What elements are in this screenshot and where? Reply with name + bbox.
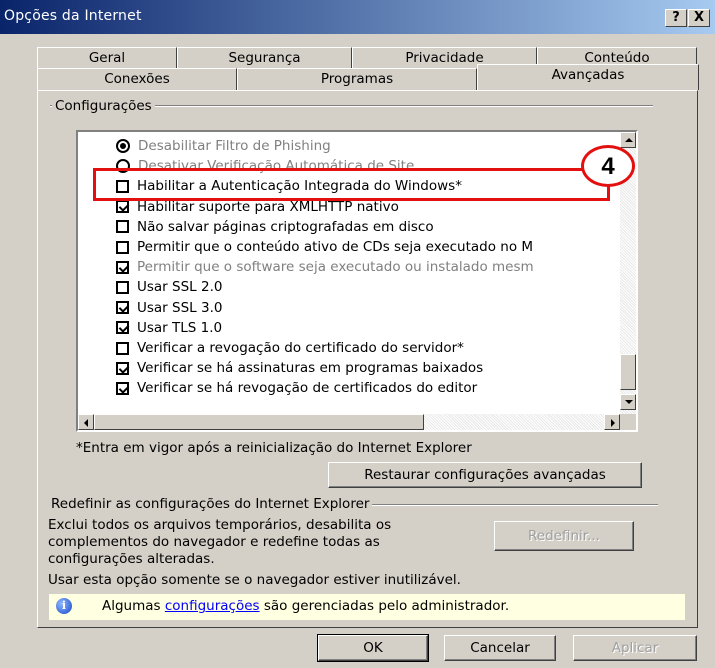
setting-row[interactable]: Permitir que o conteúdo ativo de CDs sej… [116, 237, 533, 257]
managed-settings-text: Algumas configurações são gerenciadas pe… [102, 598, 509, 614]
reset-description-line-1: Exclui todos os arquivos temporários, de… [48, 517, 392, 533]
setting-row[interactable]: Usar SSL 2.0 [116, 277, 222, 297]
setting-label: Usar TLS 1.0 [137, 319, 223, 336]
setting-row[interactable]: Verificar se há assinaturas em programas… [116, 358, 483, 378]
restart-footnote: *Entra em vigor após a reinicialização d… [76, 440, 472, 456]
ok-button[interactable]: OK [317, 634, 429, 662]
reset-button[interactable]: Redefinir... [494, 521, 634, 551]
checkbox[interactable] [116, 260, 129, 274]
checkbox[interactable] [116, 240, 129, 254]
reset-group-label: Redefinir as configurações do Internet E… [48, 496, 373, 512]
reset-description-line-2: complementos do navegador e redefine tod… [48, 534, 380, 550]
checkbox[interactable] [116, 220, 129, 234]
setting-row[interactable]: Permitir que o software seja executado o… [116, 257, 534, 277]
setting-label: Verificar se há revogação de certificado… [137, 380, 478, 397]
arrow-right-icon [611, 419, 615, 427]
settings-group-label: Configurações [52, 98, 155, 114]
info-suffix: são gerenciadas pelo administrador. [259, 598, 510, 614]
radio-button[interactable] [116, 139, 130, 153]
settings-link[interactable]: configurações [165, 598, 260, 614]
checkbox[interactable] [116, 381, 129, 395]
window-title: Opções da Internet [4, 8, 142, 24]
title-bar: Opções da Internet ? X [0, 0, 715, 34]
apply-button[interactable]: Aplicar [573, 635, 697, 661]
setting-row[interactable]: Desabilitar Filtro de Phishing [116, 136, 331, 156]
arrow-up-icon [625, 138, 633, 142]
setting-label: Usar SSL 2.0 [137, 279, 223, 296]
tab-geral[interactable]: Geral [37, 47, 177, 69]
checkbox[interactable] [116, 200, 129, 214]
checkbox[interactable] [116, 301, 129, 315]
setting-label: Desabilitar Filtro de Phishing [138, 138, 331, 154]
setting-row[interactable]: Usar TLS 1.0 [116, 318, 222, 338]
setting-label: Verificar a revogação do certificado do … [137, 340, 464, 356]
arrow-left-icon [84, 419, 88, 427]
help-button[interactable]: ? [665, 9, 687, 27]
scrollbar-corner [620, 414, 636, 430]
scroll-right-button[interactable] [604, 414, 620, 430]
tab-avancadas[interactable]: Avançadas [477, 64, 699, 90]
internet-options-dialog: Opções da Internet ? X Geral Segurança P… [0, 0, 715, 668]
step-callout: 4 [581, 145, 635, 187]
reset-note: Usar esta opção somente se o navegador e… [48, 572, 461, 588]
vertical-scroll-thumb[interactable] [620, 354, 636, 390]
setting-label: Usar SSL 3.0 [137, 299, 223, 316]
scroll-down-button[interactable] [620, 394, 636, 410]
horizontal-scrollbar[interactable] [78, 414, 620, 430]
setting-label: Permitir que o software seja executado o… [137, 259, 534, 276]
info-icon: i [56, 598, 72, 614]
setting-row[interactable]: Não salvar páginas criptografadas em dis… [116, 217, 434, 237]
setting-label: Verificar se há assinaturas em programas… [137, 360, 484, 377]
close-button[interactable]: X [688, 9, 710, 27]
scroll-up-button[interactable] [620, 132, 636, 148]
reset-description-line-3: configurações alteradas. [48, 551, 215, 567]
setting-label: Não salvar páginas criptografadas em dis… [137, 218, 434, 235]
arrow-down-icon [625, 400, 633, 404]
checkbox[interactable] [116, 280, 129, 294]
scroll-left-button[interactable] [78, 414, 94, 430]
restore-advanced-settings-button[interactable]: Restaurar configurações avançadas [328, 462, 642, 488]
tab-programas[interactable]: Programas [237, 68, 477, 90]
info-prefix: Algumas [102, 598, 165, 614]
checkbox[interactable] [116, 361, 129, 375]
highlight-box [93, 168, 610, 201]
setting-row[interactable]: Verificar a revogação do certificado do … [116, 338, 464, 358]
tab-conexoes[interactable]: Conexões [37, 68, 237, 90]
horizontal-scroll-thumb[interactable] [94, 414, 424, 430]
setting-row[interactable]: Usar SSL 3.0 [116, 298, 222, 318]
tab-seguranca[interactable]: Segurança [177, 47, 352, 69]
setting-label: Permitir que o conteúdo ativo de CDs sej… [137, 239, 534, 255]
checkbox[interactable] [116, 321, 129, 335]
checkbox[interactable] [116, 341, 129, 355]
setting-row[interactable]: Verificar se há revogação de certificado… [116, 378, 477, 398]
cancel-button[interactable]: Cancelar [444, 635, 556, 661]
